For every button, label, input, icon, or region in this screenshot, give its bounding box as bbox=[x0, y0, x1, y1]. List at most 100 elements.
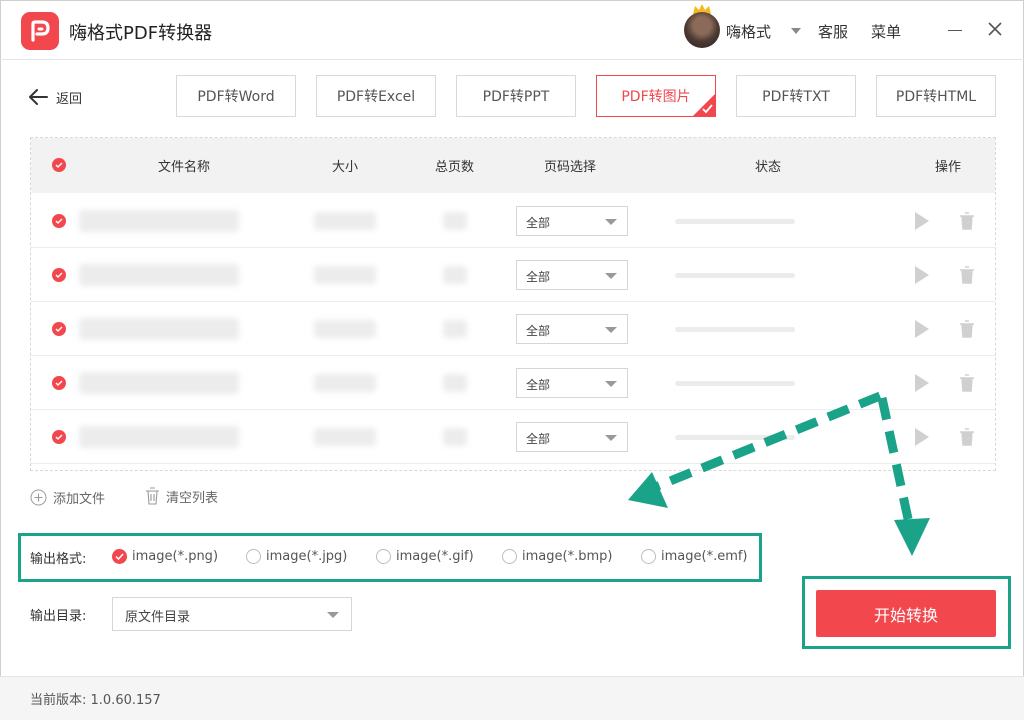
radio-unchecked-icon bbox=[376, 548, 391, 564]
format-option-png[interactable]: image(*.png) bbox=[112, 548, 218, 564]
radio-unchecked-icon bbox=[502, 548, 517, 564]
blurred-file-name bbox=[79, 210, 239, 232]
status-progress-bar bbox=[675, 381, 795, 386]
status-progress-bar bbox=[675, 327, 795, 332]
page-select-value: 全部 bbox=[526, 216, 551, 230]
chevron-down-icon bbox=[605, 327, 617, 333]
play-icon[interactable] bbox=[915, 428, 929, 446]
play-icon[interactable] bbox=[915, 320, 929, 338]
page-select-dropdown[interactable]: 全部 bbox=[516, 368, 628, 398]
chevron-down-icon bbox=[605, 435, 617, 441]
output-dir-dropdown[interactable]: 原文件目录 bbox=[112, 597, 352, 631]
blurred-file-size bbox=[314, 374, 376, 392]
blurred-file-size bbox=[314, 266, 376, 284]
blurred-file-size bbox=[314, 428, 376, 446]
format-option-label: image(*.emf) bbox=[661, 548, 748, 564]
trash-icon[interactable] bbox=[959, 266, 975, 284]
tab-pdf-to-image[interactable]: PDF转图片 bbox=[596, 75, 716, 117]
column-header-status: 状态 bbox=[755, 160, 782, 175]
tab-pdf-to-word[interactable]: PDF转Word bbox=[176, 75, 296, 117]
add-file-button[interactable]: 添加文件 bbox=[30, 488, 105, 507]
blurred-file-name bbox=[79, 426, 239, 448]
tab-pdf-to-excel[interactable]: PDF转Excel bbox=[316, 75, 436, 117]
blurred-file-name bbox=[79, 372, 239, 394]
status-progress-bar bbox=[675, 435, 795, 440]
user-dropdown-chevron-icon[interactable] bbox=[791, 28, 801, 34]
page-select-value: 全部 bbox=[526, 324, 551, 338]
blurred-page-count bbox=[443, 374, 467, 392]
page-select-dropdown[interactable]: 全部 bbox=[516, 260, 628, 290]
status-progress-bar bbox=[675, 273, 795, 278]
menu-link[interactable]: 菜单 bbox=[871, 21, 901, 42]
column-header-pages: 总页数 bbox=[435, 160, 475, 175]
format-option-jpg[interactable]: image(*.jpg) bbox=[246, 548, 347, 564]
clear-list-button[interactable]: 清空列表 bbox=[145, 487, 219, 506]
page-select-dropdown[interactable]: 全部 bbox=[516, 314, 628, 344]
trash-icon[interactable] bbox=[959, 212, 975, 230]
tab-pdf-to-image-label: PDF转图片 bbox=[621, 89, 691, 105]
customer-service-link[interactable]: 客服 bbox=[818, 21, 848, 42]
row-checkbox[interactable] bbox=[52, 430, 66, 444]
start-convert-button[interactable]: 开始转换 bbox=[816, 590, 996, 637]
output-dir-label: 输出目录: bbox=[30, 609, 87, 624]
row-checkbox[interactable] bbox=[52, 322, 66, 336]
app-logo-icon bbox=[21, 12, 59, 50]
radio-unchecked-icon bbox=[246, 548, 261, 564]
chevron-down-icon bbox=[327, 612, 339, 618]
row-checkbox[interactable] bbox=[52, 214, 66, 228]
row-checkbox[interactable] bbox=[52, 376, 66, 390]
tab-pdf-to-txt[interactable]: PDF转TXT bbox=[736, 75, 856, 117]
radio-checked-icon bbox=[112, 548, 127, 564]
trash-icon[interactable] bbox=[959, 320, 975, 338]
status-progress-bar bbox=[675, 219, 795, 224]
back-button[interactable]: 返回 bbox=[28, 86, 82, 108]
trash-icon bbox=[146, 487, 159, 505]
page-select-value: 全部 bbox=[526, 378, 551, 392]
file-table: 文件名称 大小 总页数 页码选择 状态 操作 全部 全部 全部 全部 全部 bbox=[30, 137, 996, 471]
table-header: 文件名称 大小 总页数 页码选择 状态 操作 bbox=[31, 138, 995, 193]
version-label: 当前版本: 1.0.60.157 bbox=[30, 693, 161, 708]
format-option-label: image(*.bmp) bbox=[522, 548, 613, 564]
blurred-page-count bbox=[443, 320, 467, 338]
page-select-value: 全部 bbox=[526, 432, 551, 446]
column-header-page-select: 页码选择 bbox=[544, 160, 597, 175]
blurred-page-count bbox=[443, 266, 467, 284]
format-option-label: image(*.gif) bbox=[396, 548, 474, 564]
row-checkbox[interactable] bbox=[52, 268, 66, 282]
select-all-checkbox[interactable] bbox=[52, 158, 66, 172]
close-icon[interactable] bbox=[986, 20, 1004, 38]
play-icon[interactable] bbox=[915, 212, 929, 230]
column-header-actions: 操作 bbox=[935, 160, 962, 175]
radio-unchecked-icon bbox=[641, 548, 656, 564]
page-select-dropdown[interactable]: 全部 bbox=[516, 206, 628, 236]
chevron-down-icon bbox=[605, 381, 617, 387]
page-select-dropdown[interactable]: 全部 bbox=[516, 422, 628, 452]
minimize-icon[interactable] bbox=[948, 30, 962, 31]
blurred-page-count bbox=[443, 428, 467, 446]
tab-pdf-to-html[interactable]: PDF转HTML bbox=[876, 75, 996, 117]
play-icon[interactable] bbox=[915, 374, 929, 392]
format-option-gif[interactable]: image(*.gif) bbox=[376, 548, 474, 564]
format-option-label: image(*.jpg) bbox=[266, 548, 348, 564]
trash-icon[interactable] bbox=[959, 428, 975, 446]
title-bar: 嗨格式PDF转换器 嗨格式 客服 菜单 bbox=[0, 0, 1024, 60]
tab-pdf-to-ppt[interactable]: PDF转PPT bbox=[456, 75, 576, 117]
avatar[interactable] bbox=[684, 12, 720, 48]
page-select-value: 全部 bbox=[526, 270, 551, 284]
blurred-file-name bbox=[79, 318, 239, 340]
app-title: 嗨格式PDF转换器 bbox=[69, 23, 213, 44]
format-option-emf[interactable]: image(*.emf) bbox=[641, 548, 748, 564]
table-row: 全部 bbox=[31, 302, 995, 356]
trash-icon[interactable] bbox=[959, 374, 975, 392]
back-label: 返回 bbox=[56, 91, 83, 107]
table-row: 全部 bbox=[31, 356, 995, 410]
blurred-page-count bbox=[443, 212, 467, 230]
table-row: 全部 bbox=[31, 194, 995, 248]
blurred-file-size bbox=[314, 320, 376, 338]
plus-circle-icon bbox=[30, 489, 47, 505]
play-icon[interactable] bbox=[915, 266, 929, 284]
username[interactable]: 嗨格式 bbox=[726, 21, 771, 42]
format-option-bmp[interactable]: image(*.bmp) bbox=[502, 548, 612, 564]
clear-list-label: 清空列表 bbox=[166, 490, 219, 506]
table-row: 全部 bbox=[31, 248, 995, 302]
